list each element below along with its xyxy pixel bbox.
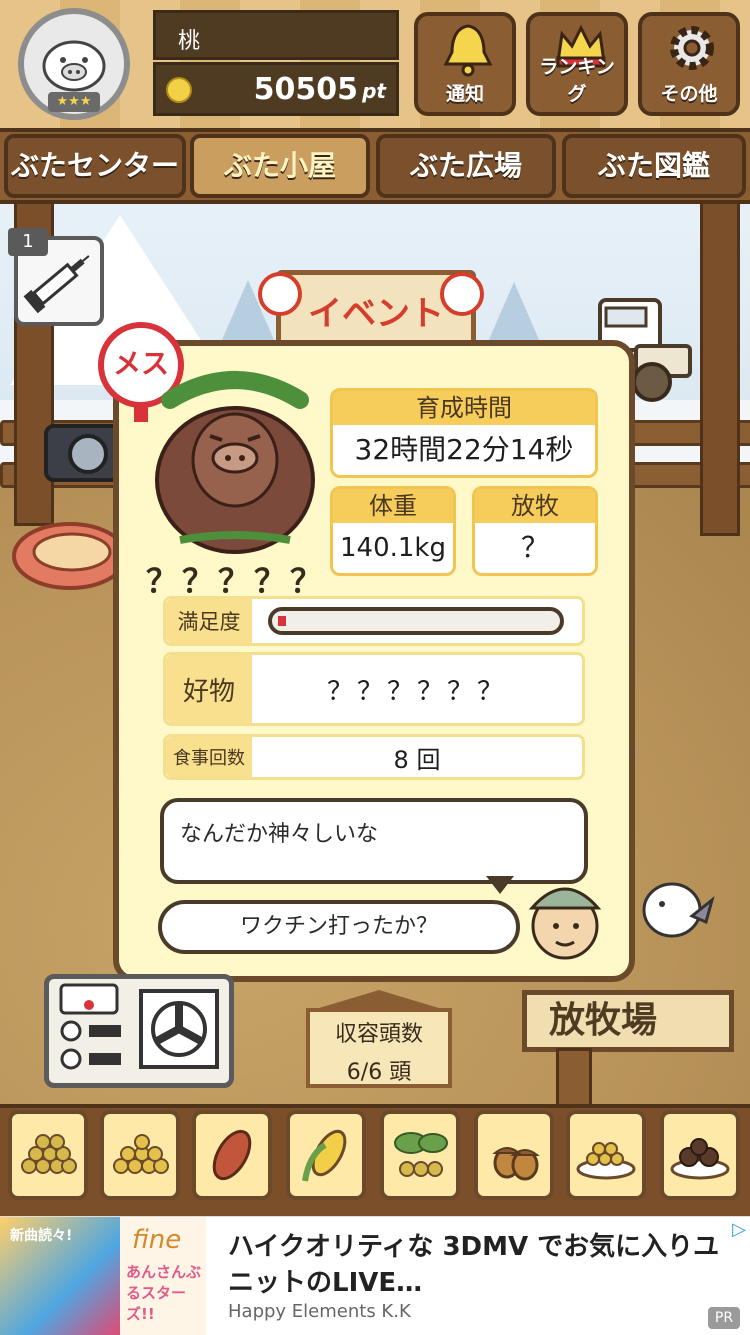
- ad-pr-badge: PR: [708, 1307, 740, 1329]
- ad-image: 新曲読々!: [0, 1217, 120, 1335]
- favorite-row: 好物 ？？？？？？: [163, 652, 585, 726]
- ad-logo-area: fine あんさんぶるスターズ!!: [120, 1217, 206, 1335]
- food-corn-kernels-button[interactable]: [100, 1110, 180, 1200]
- ad-title: ハイクオリティな 3DMV でお気に入りユニットのLIVE…: [228, 1232, 720, 1298]
- satisfaction-bar-fill: [278, 616, 286, 626]
- raising-time-label: 育成時間: [333, 391, 595, 425]
- points-display: 50505 pt: [153, 62, 399, 116]
- tab-buta-center[interactable]: ぶたセンター: [4, 134, 186, 198]
- rank-stars: ★★★: [48, 92, 100, 112]
- pine-tree: [488, 282, 540, 342]
- coin-icon: [166, 77, 192, 103]
- points-value: 50505: [253, 72, 358, 107]
- ad-image-text: 新曲読々!: [10, 1228, 73, 1244]
- ad-logo-fine: fine: [132, 1225, 182, 1255]
- ranking-label: ランキング: [539, 56, 615, 105]
- weight-value: 140.1kg: [340, 533, 446, 563]
- grazing-label: 放牧: [475, 489, 595, 523]
- food-beans-button[interactable]: [8, 1110, 88, 1200]
- rose-icon: [440, 272, 484, 316]
- bell-icon: [443, 24, 493, 77]
- player-name: 桃: [153, 10, 399, 60]
- corn-cob-icon: [302, 1129, 347, 1182]
- bird-icon: [636, 870, 716, 950]
- notify-label: 通知: [445, 83, 484, 105]
- farmer-icon[interactable]: [522, 872, 608, 962]
- grazing-box: 放牧 ？: [472, 486, 598, 576]
- beans-icon: [21, 1134, 77, 1174]
- rose-icon: [258, 272, 302, 316]
- food-grain-plate-button[interactable]: [566, 1110, 646, 1200]
- female-symbol-stem: [134, 402, 148, 422]
- fence-post: [700, 200, 740, 536]
- farmer-speech-bubble: ワクチン打ったか？: [158, 900, 520, 954]
- pig-face-icon: [42, 40, 106, 92]
- food-sweet-potato-button[interactable]: [192, 1110, 272, 1200]
- food-acorn-button[interactable]: [474, 1110, 554, 1200]
- ranking-button[interactable]: ランキング: [526, 12, 628, 116]
- meals-row: 食事回数 8 回: [163, 734, 585, 780]
- meals-value: 8 回: [393, 745, 441, 774]
- tab-buta-zukan[interactable]: ぶた図鑑: [562, 134, 746, 198]
- satisfaction-row: 満足度: [163, 596, 585, 646]
- capacity-label: 収容頭数: [334, 1022, 423, 1047]
- ad-choices-icon[interactable]: ▷: [732, 1219, 746, 1240]
- capacity-value: 6/6 頭: [346, 1060, 412, 1085]
- leaf-berries-icon: [394, 1132, 448, 1177]
- camera-icon: [42, 412, 124, 492]
- climate-control-panel[interactable]: [44, 974, 234, 1088]
- ad-banner[interactable]: 新曲読々! fine あんさんぶるスターズ!! ハイクオリティな 3DMV でお…: [0, 1216, 750, 1335]
- capacity-sign: 収容頭数 6/6 頭: [306, 1008, 452, 1088]
- raising-time-value: 32時間22分14秒: [354, 433, 574, 466]
- meals-label: 食事回数: [166, 737, 252, 777]
- control-icons: [59, 983, 219, 1070]
- tab-buta-hiroba[interactable]: ぶた広場: [376, 134, 556, 198]
- vaccine-count-badge: 1: [8, 228, 48, 256]
- pasture-sign-post: [556, 1048, 592, 1110]
- boar-image: [150, 340, 320, 560]
- corn-kernels-icon: [113, 1134, 169, 1174]
- points-unit: pt: [362, 79, 386, 103]
- ad-game-logo: あんさんぶるスターズ!!: [126, 1263, 202, 1323]
- favorite-label: 好物: [166, 655, 252, 723]
- weight-box: 体重 140.1kg: [330, 486, 456, 576]
- speech-tail: [486, 876, 514, 894]
- food-bowl-icon: [10, 516, 130, 596]
- acorn-icon: [492, 1147, 540, 1181]
- sweet-potato-icon: [212, 1129, 252, 1181]
- satisfaction-label: 満足度: [166, 599, 252, 643]
- favorite-value: ？？？？？？: [326, 676, 507, 707]
- weight-label: 体重: [333, 489, 453, 523]
- gear-icon: [670, 26, 714, 70]
- grazing-value: ？: [520, 531, 549, 564]
- raising-time-box: 育成時間 32時間22分14秒: [330, 388, 598, 478]
- other-button[interactable]: その他: [638, 12, 740, 116]
- ad-advertiser: Happy Elements K.K: [228, 1301, 411, 1322]
- food-leaf-berries-button[interactable]: [380, 1110, 460, 1200]
- food-corn-cob-button[interactable]: [286, 1110, 366, 1200]
- grain-plate-icon: [576, 1142, 636, 1180]
- chestnut-plate-icon: [670, 1138, 730, 1180]
- satisfaction-bar: [268, 607, 564, 635]
- notify-button[interactable]: 通知: [414, 12, 516, 116]
- pasture-sign-button[interactable]: 放牧場: [522, 990, 734, 1052]
- food-chestnut-plate-button[interactable]: [660, 1110, 740, 1200]
- other-label: その他: [660, 83, 718, 105]
- tab-buta-koya[interactable]: ぶた小屋: [190, 134, 370, 198]
